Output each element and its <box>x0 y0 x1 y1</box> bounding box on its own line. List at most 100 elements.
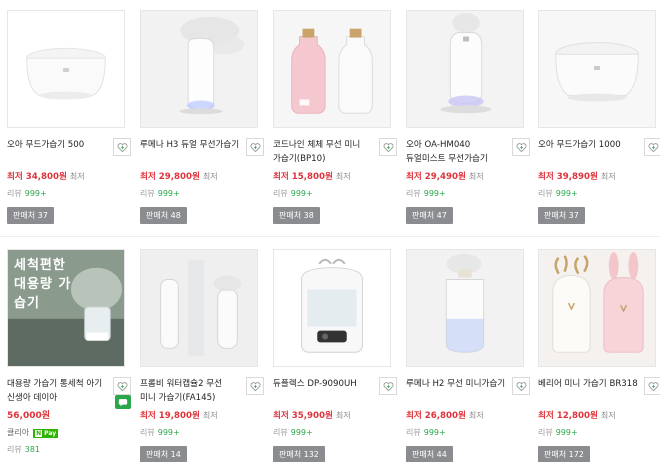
mood-humidifier-500-image <box>26 47 106 100</box>
product-thumbnail[interactable] <box>538 10 656 128</box>
product-title[interactable]: 오아 무드가습기 1000 <box>538 138 638 152</box>
product-title[interactable]: 베리어 미니 가습기 BR318 <box>538 377 638 391</box>
product-thumbnail[interactable] <box>140 249 258 367</box>
price: 최저 39,890원 <box>538 172 598 182</box>
sellers-button[interactable]: 판매처 132 <box>273 446 325 462</box>
npay-badge: N Pay <box>33 428 59 438</box>
review-count[interactable]: 999+ <box>291 428 313 437</box>
product-title[interactable]: 루메나 H3 듀얼 무선가습기 <box>140 138 240 152</box>
product-card[interactable]: 프롬비 워터캡슐2 무선 미니 가습기(FA145) 최저 19,800원 최저 … <box>140 249 266 462</box>
product-card[interactable]: 세척편한 대용량 가습기 대용량 가습기 통세척 아기 신생아 데이아 56,0… <box>7 249 133 457</box>
sellers-button[interactable]: 판매처 37 <box>538 207 585 224</box>
lowest-label: 최저 <box>468 172 484 181</box>
heart-plus-icon[interactable] <box>113 377 131 395</box>
sellers-button[interactable]: 판매처 44 <box>406 446 453 462</box>
duplex-dp9090uh-image <box>274 250 390 366</box>
review-label: 리뷰 <box>273 428 288 437</box>
review-count[interactable]: 999+ <box>556 428 578 437</box>
product-grid: 오아 무드가습기 500 최저 34,800원 최저 리뷰 999+ 판매처 37 … <box>0 0 660 462</box>
banner-text: 세척편한 대용량 가습기 <box>14 258 72 311</box>
lowest-label: 최저 <box>468 411 484 420</box>
review-label: 리뷰 <box>406 189 421 198</box>
lumena-h2-image <box>407 250 523 366</box>
sellers-button[interactable]: 판매처 47 <box>406 207 453 224</box>
product-card[interactable]: 오아 OA-HM040 듀얼미스트 무선가습기 최저 29,490원 최저 리뷰 9… <box>406 10 532 224</box>
product-title[interactable]: 프롬비 워터캡슐2 무선 미니 가습기(FA145) <box>140 377 240 405</box>
lowest-label: 최저 <box>69 172 85 181</box>
sellers-button[interactable]: 판매처 172 <box>538 446 590 462</box>
review-count[interactable]: 381 <box>25 445 40 454</box>
lowest-label: 최저 <box>202 172 218 181</box>
frombi-fa145-image <box>141 250 257 366</box>
review-count[interactable]: 999+ <box>25 189 47 198</box>
product-thumbnail[interactable] <box>140 10 258 128</box>
product-thumbnail[interactable]: 세척편한 대용량 가습기 <box>7 249 125 367</box>
lumena-h3-image <box>141 11 257 127</box>
price: 최저 29,490원 <box>406 172 466 182</box>
sellers-button[interactable]: 판매처 38 <box>273 207 320 224</box>
product-title[interactable]: 듀플렉스 DP-9090UH <box>273 377 373 391</box>
product-thumbnail[interactable] <box>273 10 391 128</box>
heart-plus-icon[interactable] <box>512 138 530 156</box>
product-title[interactable]: 코드나인 체체 무선 미니 가습기(BP10) <box>273 138 373 166</box>
heart-plus-icon[interactable] <box>379 377 397 395</box>
product-title[interactable]: 대용량 가습기 통세척 아기 신생아 데이아 <box>7 377 107 405</box>
heart-plus-icon[interactable] <box>246 138 264 156</box>
product-thumbnail[interactable] <box>406 10 524 128</box>
price: 최저 29,800원 <box>140 172 200 182</box>
review-count[interactable]: 999+ <box>424 189 446 198</box>
heart-plus-icon[interactable] <box>512 377 530 395</box>
product-card[interactable]: 오아 무드가습기 1000 최저 39,890원 최저 리뷰 999+ 판매처 37 <box>538 10 660 224</box>
talktalk-chat-icon[interactable] <box>115 395 131 409</box>
review-label: 리뷰 <box>538 428 553 437</box>
review-label: 리뷰 <box>273 189 288 198</box>
codenine-bp10-image <box>274 11 390 127</box>
product-card[interactable]: 듀플렉스 DP-9090UH 최저 35,900원 최저 리뷰 999+ 판매처 1… <box>273 249 399 462</box>
heart-plus-icon[interactable] <box>644 377 660 395</box>
lowest-label: 최저 <box>202 411 218 420</box>
product-thumbnail[interactable] <box>538 249 656 367</box>
mood-humidifier-1000-image <box>539 11 655 127</box>
review-label: 리뷰 <box>406 428 421 437</box>
review-label: 리뷰 <box>538 189 553 198</box>
product-thumbnail[interactable] <box>273 249 391 367</box>
product-thumbnail[interactable] <box>406 249 524 367</box>
oa-hm040-image <box>407 11 523 127</box>
heart-plus-icon[interactable] <box>246 377 264 395</box>
heart-plus-icon[interactable] <box>644 138 660 156</box>
review-count[interactable]: 999+ <box>291 189 313 198</box>
product-thumbnail[interactable] <box>7 10 125 128</box>
price: 최저 26,800원 <box>406 411 466 421</box>
product-title[interactable]: 오아 OA-HM040 듀얼미스트 무선가습기 <box>406 138 506 166</box>
review-count[interactable]: 999+ <box>424 428 446 437</box>
heart-plus-icon[interactable] <box>379 138 397 156</box>
product-card[interactable]: 코드나인 체체 무선 미니 가습기(BP10) 최저 15,800원 최저 리뷰 9… <box>273 10 399 224</box>
sellers-button[interactable]: 판매처 37 <box>7 207 54 224</box>
sellers-button[interactable]: 판매처 14 <box>140 446 187 462</box>
review-label: 리뷰 <box>140 189 155 198</box>
heart-plus-icon[interactable] <box>113 138 131 156</box>
review-count[interactable]: 999+ <box>158 189 180 198</box>
review-count[interactable]: 999+ <box>158 428 180 437</box>
lowest-label: 최저 <box>600 411 616 420</box>
product-card[interactable]: 루메나 H2 무선 미니가습기 최저 26,800원 최저 리뷰 999+ 판매처 … <box>406 249 532 462</box>
review-label: 리뷰 <box>7 445 22 454</box>
store-name[interactable]: 클리아 <box>7 426 29 440</box>
review-count[interactable]: 999+ <box>556 189 578 198</box>
price: 최저 34,800원 <box>7 172 67 182</box>
lowest-label: 최저 <box>335 411 351 420</box>
price: 최저 35,900원 <box>273 411 333 421</box>
product-card[interactable]: 오아 무드가습기 500 최저 34,800원 최저 리뷰 999+ 판매처 37 <box>7 10 133 224</box>
review-label: 리뷰 <box>140 428 155 437</box>
price: 56,000원 <box>7 411 51 421</box>
product-card[interactable]: 루메나 H3 듀얼 무선가습기 최저 29,800원 최저 리뷰 999+ 판매처 … <box>140 10 266 224</box>
product-title[interactable]: 오아 무드가습기 500 <box>7 138 107 152</box>
price: 최저 12,800원 <box>538 411 598 421</box>
product-title[interactable]: 루메나 H2 무선 미니가습기 <box>406 377 506 391</box>
row-divider <box>0 236 660 237</box>
lowest-label: 최저 <box>335 172 351 181</box>
product-card[interactable]: 베리어 미니 가습기 BR318 최저 12,800원 최저 리뷰 999+ 판매처… <box>538 249 660 462</box>
lowest-label: 최저 <box>600 172 616 181</box>
price: 최저 19,800원 <box>140 411 200 421</box>
sellers-button[interactable]: 판매처 48 <box>140 207 187 224</box>
